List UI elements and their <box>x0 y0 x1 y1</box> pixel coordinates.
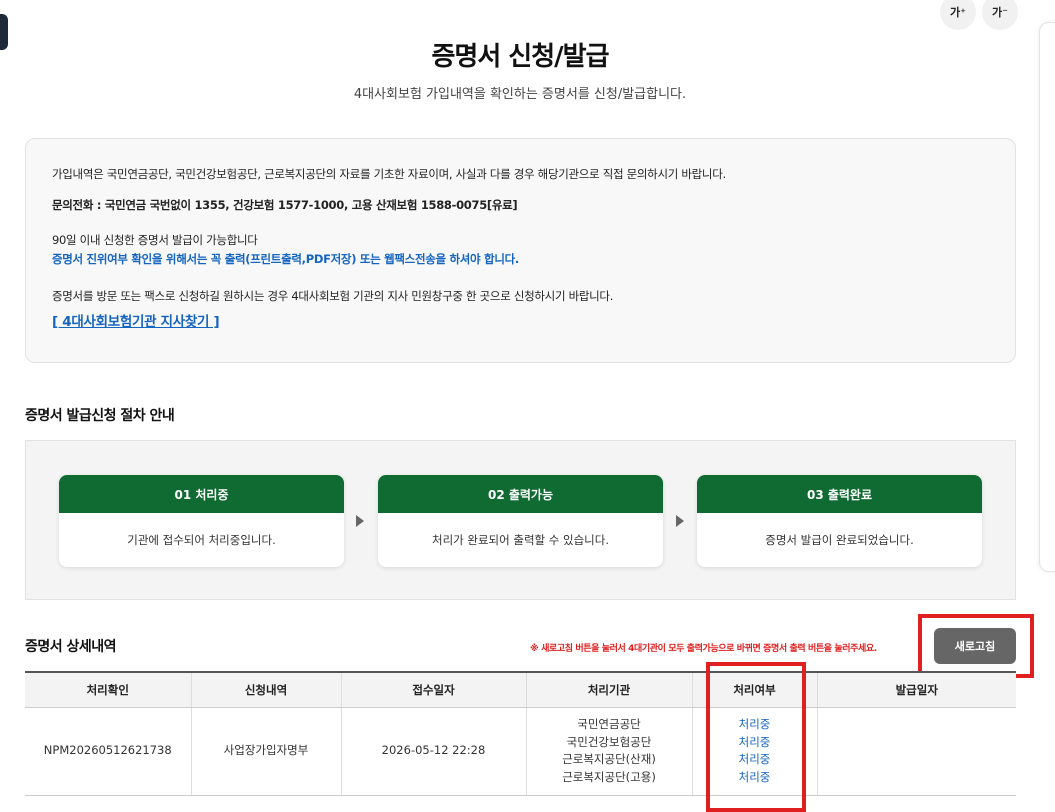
step-card: 01 처리중 기관에 접수되어 처리중입니다. <box>59 475 344 567</box>
step-label: 02 출력가능 <box>378 475 663 513</box>
step-desc: 처리가 완료되어 출력할 수 있습니다. <box>432 533 609 547</box>
contact-info: 문의전화 : 국민연금 국번없이 1355, 건강보험 1577-1000, 고… <box>52 198 518 212</box>
request-type: 사업장가입자명부 <box>190 707 341 796</box>
details-title: 증명서 상세내역 <box>25 639 117 655</box>
agency-name: 국민연금공단 <box>577 717 641 731</box>
issue-date <box>816 707 1016 796</box>
highlight-box <box>918 614 1034 678</box>
step-label: 01 처리중 <box>59 475 344 513</box>
agency-name: 근로복지공단(고용) <box>562 769 656 784</box>
refresh-notice: ※ 새로고침 버튼을 눌러서 4대기관이 모두 출력가능으로 바뀌면 증명서 출… <box>530 644 877 654</box>
agency-name: 국민건강보험공단 <box>566 734 652 749</box>
table-header-row: 처리확인 신청내역 접수일자 처리기관 처리여부 발급일자 <box>25 671 1016 708</box>
step-label: 03 출력완료 <box>697 475 982 513</box>
request-id: NPM20260512621738 <box>25 707 191 796</box>
procedure-steps: 01 처리중 기관에 접수되어 처리중입니다. 02 출력가능 처리가 완료되어… <box>25 440 1016 600</box>
column-header: 처리기관 <box>525 671 692 708</box>
procedure-title: 증명서 발급신청 절차 안내 <box>25 408 175 424</box>
agency-list: 국민연금공단 국민건강보험공단 근로복지공단(산재) 근로복지공단(고용) <box>525 707 692 796</box>
info-text: 증명서를 방문 또는 팩스로 신청하길 원하시는 경우 4대사회보험 기관의 지… <box>52 289 614 303</box>
step-card: 02 출력가능 처리가 완료되어 출력할 수 있습니다. <box>378 475 663 567</box>
arrow-right-icon <box>356 515 364 527</box>
column-header: 접수일자 <box>340 671 526 708</box>
step-card: 03 출력완료 증명서 발급이 완료되었습니다. <box>697 475 982 567</box>
agency-name: 근로복지공단(산재) <box>562 752 656 766</box>
font-increase-button[interactable]: 가⁺ <box>940 0 976 30</box>
column-header: 신청내역 <box>190 671 341 708</box>
request-date: 2026-05-12 22:28 <box>340 707 526 796</box>
page-subtitle: 4대사회보험 가입내역을 확인하는 증명서를 신청/발급합니다. <box>353 87 687 102</box>
step-desc: 증명서 발급이 완료되었습니다. <box>765 533 914 547</box>
font-decrease-button[interactable]: 가⁻ <box>982 0 1018 30</box>
step-desc: 기관에 접수되어 처리중입니다. <box>127 533 276 547</box>
info-notice: 증명서 진위여부 확인을 위해서는 꼭 출력(프린트출력,PDF저장) 또는 웹… <box>52 252 519 266</box>
info-text: 가입내역은 국민연금공단, 국민건강보험공단, 근로복지공단의 자료를 기초한 … <box>52 167 726 181</box>
font-size-controls: 가⁺ 가⁻ <box>940 0 1018 30</box>
branch-finder-link[interactable]: [ 4대사회보험기관 지사찾기 ] <box>52 310 220 330</box>
info-text: 90일 이내 신청한 증명서 발급이 가능합니다 <box>52 233 258 247</box>
table-row: NPM20260512621738 사업장가입자명부 2026-05-12 22… <box>25 707 1016 796</box>
page-title: 증명서 신청/발급 <box>431 42 610 72</box>
arrow-right-icon <box>676 515 684 527</box>
info-box: 가입내역은 국민연금공단, 국민건강보험공단, 근로복지공단의 자료를 기초한 … <box>25 138 1016 363</box>
highlight-box <box>706 662 806 812</box>
right-side-panel <box>1039 22 1055 572</box>
details-table: 처리확인 신청내역 접수일자 처리기관 처리여부 발급일자 NPM2026051… <box>25 671 1016 796</box>
column-header: 발급일자 <box>816 671 1016 708</box>
column-header: 처리확인 <box>25 671 191 708</box>
